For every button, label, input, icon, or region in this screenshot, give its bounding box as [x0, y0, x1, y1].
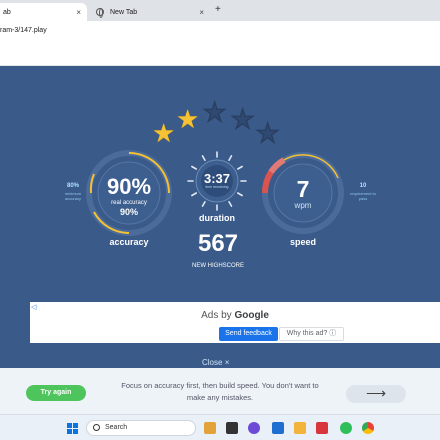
app-icon[interactable]: [272, 422, 284, 434]
address-bar[interactable]: ram-3/147.play: [0, 21, 440, 41]
taskbar: Search: [0, 414, 440, 440]
accuracy-value: 90%: [106, 174, 152, 199]
app-icon[interactable]: [316, 422, 328, 434]
duration-value: 3:37: [203, 171, 231, 186]
minimum-accuracy-label: minimum accuracy: [64, 190, 82, 201]
try-again-button[interactable]: Try again: [26, 385, 86, 401]
duration-tick: [236, 192, 243, 197]
real-accuracy-label: real accuracy: [111, 200, 147, 206]
close-ad-link[interactable]: Close ×: [202, 358, 229, 367]
star-icon: ★: [176, 104, 200, 134]
url-text: ram-3/147.play: [0, 27, 47, 34]
duration-tick: [228, 155, 233, 162]
arrow-right-icon: ⟶: [365, 385, 387, 401]
speed-requirement-marker: 10 requirement to pass: [350, 183, 376, 201]
star-icon: ★: [230, 104, 255, 134]
footer-bar: Try again Focus on accuracy first, then …: [0, 368, 440, 414]
search-label: Search: [105, 424, 128, 431]
duration-label: duration: [199, 213, 235, 223]
speed-label: speed: [289, 237, 316, 247]
close-icon: ×: [224, 358, 230, 367]
app-icon[interactable]: [204, 422, 216, 434]
app-icon[interactable]: [340, 422, 352, 434]
folder-icon[interactable]: [294, 422, 306, 434]
send-feedback-button[interactable]: Send feedback: [219, 327, 278, 341]
new-tab-button[interactable]: +: [215, 4, 221, 15]
duration-tick: [201, 200, 206, 207]
speed-requirement-label-2: pass: [358, 195, 368, 201]
ad-banner: ◁ Ads by Google Send feedback Why this a…: [30, 302, 440, 343]
duration-tick: [191, 192, 198, 197]
duration-sub-label: time remaining: [205, 185, 229, 189]
close-tab-icon[interactable]: ×: [76, 8, 81, 17]
close-label: Close: [202, 358, 223, 367]
ads-by-google: Ads by Google: [30, 310, 440, 321]
tip-line-1: Focus on accuracy first, then build spee…: [121, 381, 319, 390]
star-icon: ★: [202, 97, 227, 127]
tab-strip: ab × New Tab × +: [0, 0, 440, 21]
speed-unit: wpm: [294, 201, 312, 210]
new-highscore-label: NEW HIGHSCORE: [191, 263, 244, 269]
duration-tick: [201, 155, 206, 162]
duration-tick: [236, 165, 243, 170]
tab-active[interactable]: ab ×: [0, 3, 87, 21]
minimum-accuracy-marker: 80% minimum accuracy: [60, 183, 86, 201]
speed-value: 7: [296, 176, 310, 202]
chrome-icon[interactable]: [362, 422, 374, 434]
taskbar-search[interactable]: Search: [86, 420, 196, 436]
tab-new-title: New Tab: [110, 8, 138, 16]
star-icon: ★: [255, 118, 280, 148]
star-icon: ★: [152, 118, 176, 148]
why-this-ad-button[interactable]: Why this ad? ⓘ: [279, 327, 344, 341]
real-accuracy-value: 90%: [119, 207, 138, 217]
next-button[interactable]: ⟶: [346, 385, 406, 403]
accuracy-label: accuracy: [109, 237, 149, 247]
ads-by-label: Ads by: [201, 310, 232, 321]
speed-requirement-value: 10: [359, 183, 367, 189]
close-tab-icon[interactable]: ×: [199, 8, 204, 17]
windows-icon[interactable]: [67, 423, 78, 434]
duration-tick: [228, 200, 233, 207]
app-icon[interactable]: [226, 422, 238, 434]
duration-tick: [191, 165, 198, 170]
tip-line-2: make any mistakes.: [186, 393, 254, 402]
tip-text: Focus on accuracy first, then build spee…: [100, 380, 340, 404]
score-value: 567: [197, 230, 239, 257]
app-icon[interactable]: [248, 422, 260, 434]
globe-icon: [96, 8, 104, 18]
tab-active-title: ab: [3, 8, 11, 16]
google-label: Google: [234, 310, 269, 321]
bookmarks-bar: [0, 41, 440, 66]
minimum-accuracy-value: 80%: [66, 183, 79, 189]
tab-new[interactable]: New Tab ×: [90, 3, 210, 21]
